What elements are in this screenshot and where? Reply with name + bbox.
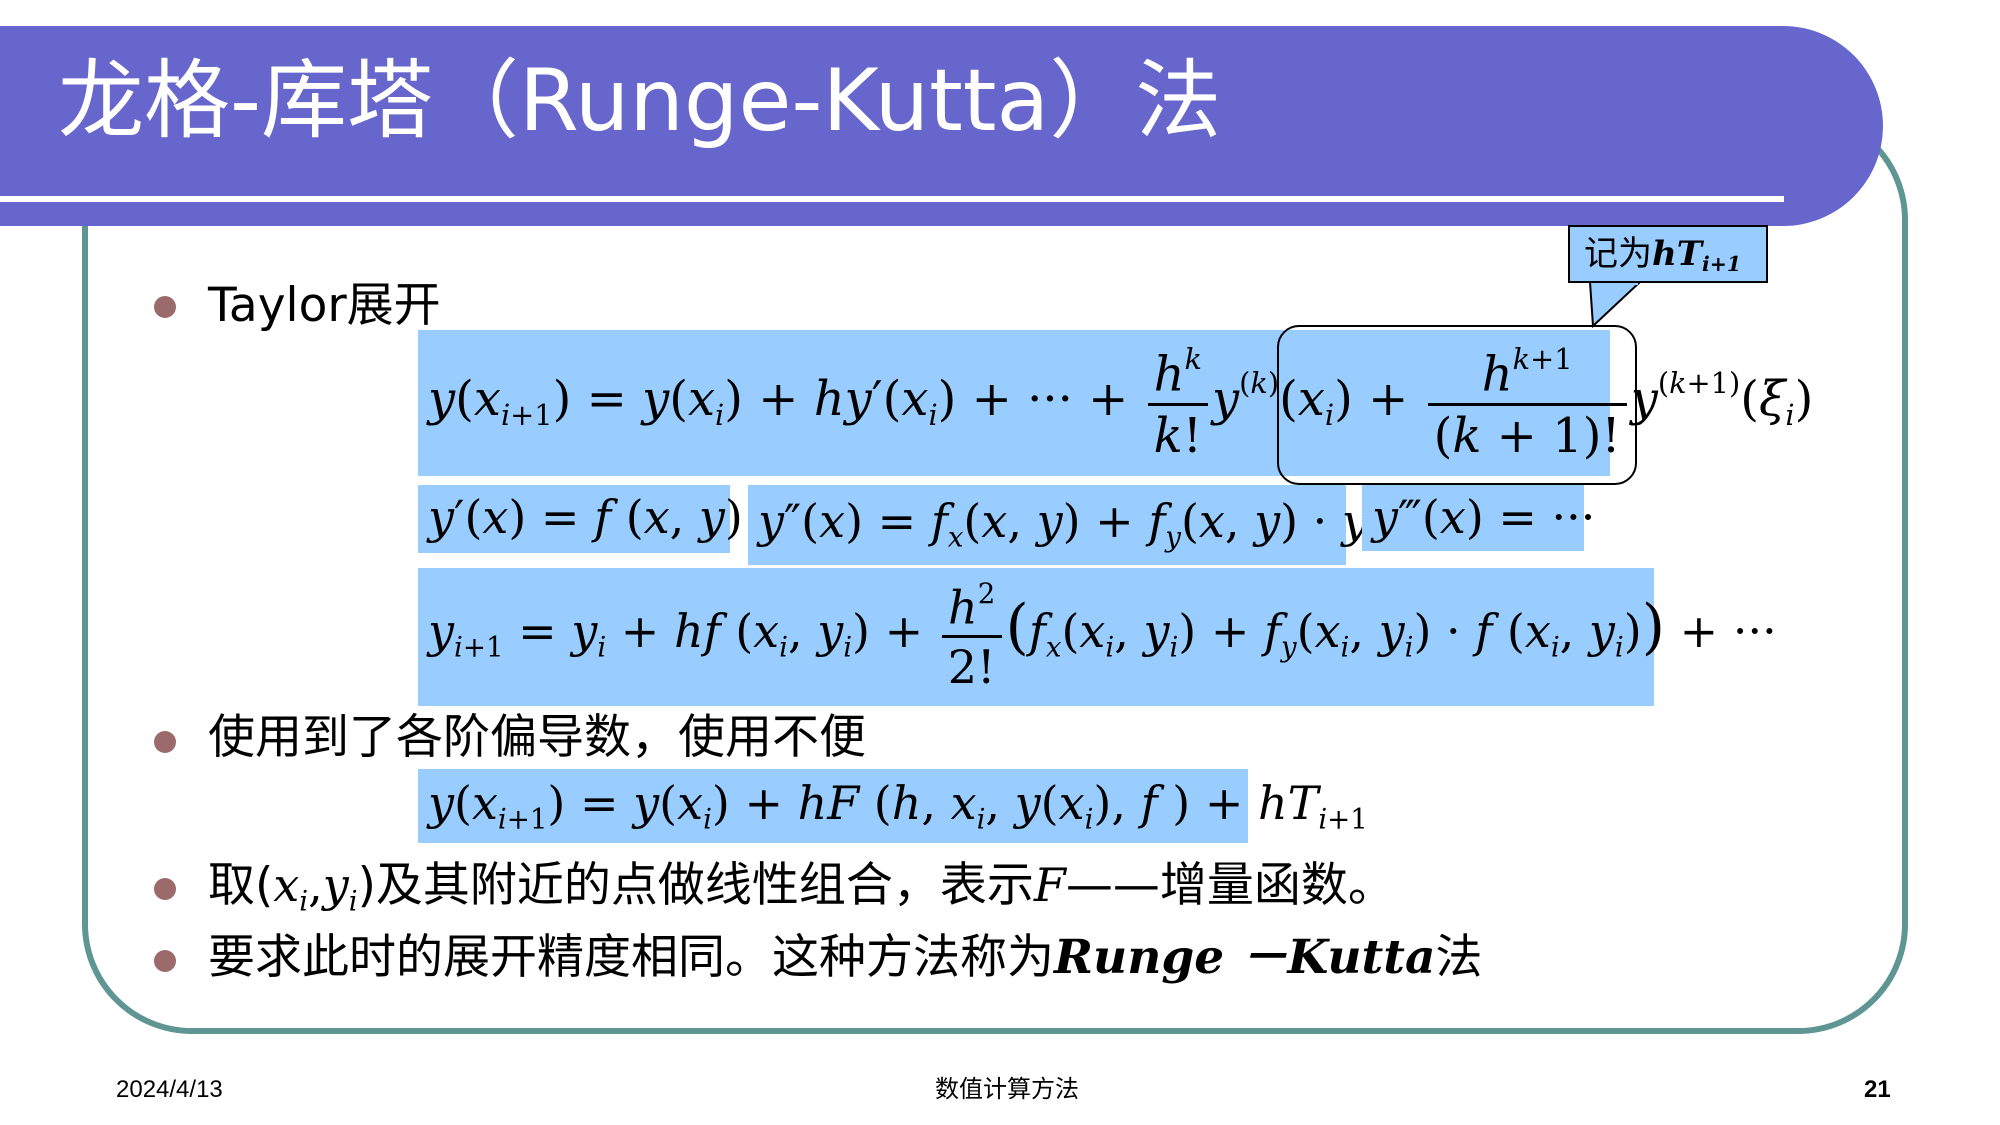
footer-course-title: 数值计算方法 <box>935 1076 1079 1103</box>
bullet-text-linear-combination: 取(xi,yi)及其附近的点做线性组合，表示F——增量函数。 <box>208 858 1395 918</box>
bullet-text-taylor: Taylor展开 <box>208 278 441 333</box>
callout-pointer <box>1588 281 1643 329</box>
bullet-dot <box>154 878 176 900</box>
bullet-dot <box>154 950 176 972</box>
formula-second-derivative: y″(x) = fx(x, y) + fy(x, y) · y′ <box>758 494 1378 554</box>
formula-expansion: yi+1 = yi + hf (xi, yi) + h2 2! (fx(xi, yi… <box>428 577 1777 694</box>
slide-title: 龙格-库塔（Runge-Kutta）法 <box>58 51 1222 151</box>
formula-third-derivative: y‴(x) = ··· <box>1372 490 1596 544</box>
bullet-text-runge-kutta: 要求此时的展开精度相同。这种方法称为Runge －Kutta法 <box>208 930 1483 985</box>
bullet-dot <box>154 296 176 318</box>
title-underline <box>0 196 1784 202</box>
bullet-dot <box>154 731 176 753</box>
footer-date: 2024/4/13 <box>116 1076 223 1103</box>
bullet-text-partial-derivatives: 使用到了各阶偏导数，使用不便 <box>208 710 866 765</box>
formula-first-derivative: y′(x) = f (x, y) <box>428 490 743 544</box>
callout-note: 记为hTi+1 <box>1568 225 1768 283</box>
formula-increment: y(xi+1) = y(xi) + hF (h, xi, y(xi), f ) … <box>428 776 1368 836</box>
remainder-highlight-box <box>1277 325 1637 485</box>
footer-page-number: 21 <box>1864 1076 1891 1103</box>
